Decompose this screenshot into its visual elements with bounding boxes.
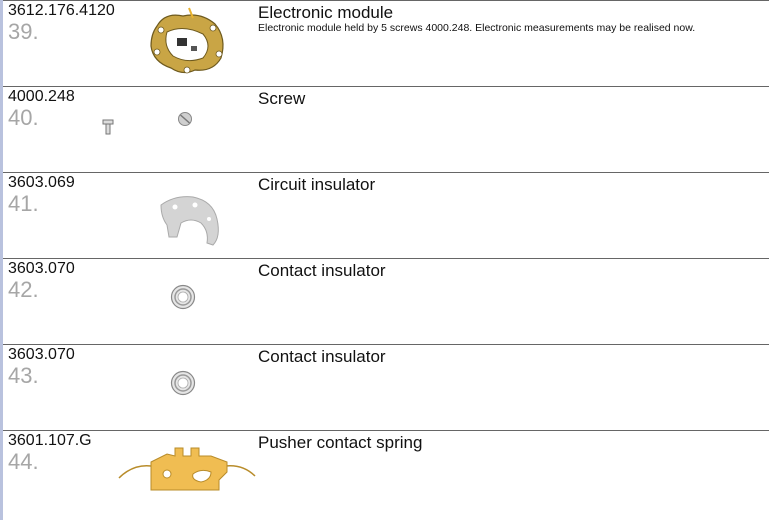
part-name: Contact insulator: [258, 261, 386, 280]
part-number: 41.: [8, 191, 39, 216]
part-name: Contact insulator: [258, 347, 386, 366]
part-row-43: 3603.070 43. Contact insulator: [3, 344, 769, 431]
part-reference: 3603.070: [8, 260, 75, 277]
screw-side-icon: [102, 119, 114, 135]
contact-insulator-icon: [170, 284, 196, 310]
part-description: Electronic module held by 5 screws 4000.…: [258, 22, 696, 34]
part-row-44: 3601.107.G 44. Pusher contact spring: [3, 430, 769, 521]
part-reference: 3612.176.4120: [8, 2, 115, 19]
part-reference: 4000.248: [8, 88, 75, 105]
part-name: Screw: [258, 89, 306, 108]
part-row-39: 3612.176.4120 39. Electronic module Elec…: [3, 0, 769, 87]
pusher-contact-spring-icon: [118, 447, 256, 491]
part-name: Electronic module: [258, 3, 394, 22]
part-number: 43.: [8, 363, 39, 388]
part-reference: 3601.107.G: [8, 432, 92, 449]
part-row-40: 4000.248 40. Screw: [3, 86, 769, 173]
contact-insulator-icon: [170, 370, 196, 396]
screw-icon: [178, 112, 192, 126]
part-name: Pusher contact spring: [258, 433, 423, 452]
part-row-42: 3603.070 42. Contact insulator: [3, 258, 769, 345]
circuit-insulator-icon: [160, 196, 219, 246]
part-number: 44.: [8, 449, 39, 474]
part-reference: 3603.070: [8, 346, 75, 363]
part-row-41: 3603.069 41. Circuit insulator: [3, 172, 769, 259]
part-reference: 3603.069: [8, 174, 75, 191]
part-number: 40.: [8, 105, 39, 130]
part-number: 39.: [8, 19, 39, 44]
part-number: 42.: [8, 277, 39, 302]
electronic-module-icon: [150, 7, 224, 74]
part-name: Circuit insulator: [258, 175, 376, 194]
